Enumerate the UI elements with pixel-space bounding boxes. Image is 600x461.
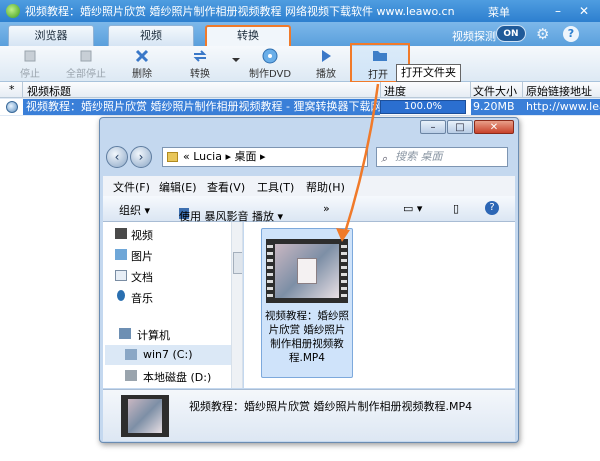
- annotation-arrow: [336, 83, 380, 242]
